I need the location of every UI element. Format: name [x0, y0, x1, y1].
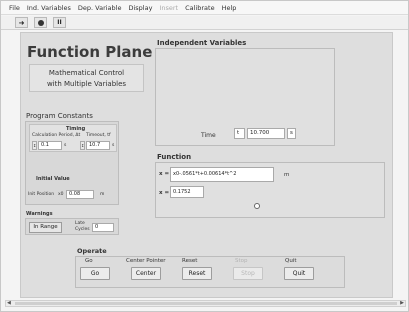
arrow-right-icon: ➜ — [18, 18, 25, 27]
stop-button-operate[interactable]: Stop — [233, 267, 263, 280]
expr-var-label: x = — [159, 171, 170, 177]
function-cluster: x = x0-.0561*t+0.00614*t^2 m x = 0.1752 — [155, 162, 385, 218]
quit-label: Quit — [285, 258, 297, 264]
operate-cluster: Go Center Pointer Reset Stop Quit Go Cen… — [75, 256, 345, 288]
timeout-label: Timeout, tf — [86, 133, 111, 138]
time-var: t — [234, 128, 245, 139]
front-panel: Function Plane Mathematical Control with… — [20, 32, 393, 298]
initial-value-label: Initial Value — [36, 176, 70, 182]
scroll-left-icon[interactable]: ◀ — [7, 301, 11, 306]
timeout-unit: s — [112, 143, 115, 148]
time-unit: s — [287, 128, 296, 139]
timing-cluster: Timing Calculation Period, Δt Timeout, t… — [29, 124, 117, 152]
init-position-unit: m — [100, 192, 105, 197]
scroll-right-icon[interactable]: ▶ — [400, 301, 404, 306]
timeout-spinner[interactable]: ↕ — [80, 141, 85, 150]
go-button[interactable]: Go — [80, 267, 110, 280]
subtitle-box: Mathematical Control with Multiple Varia… — [29, 64, 144, 92]
late-cycles-label-1: Late — [75, 221, 85, 226]
menu-calibrate[interactable]: Calibrate — [185, 4, 214, 12]
reset-button[interactable]: Reset — [182, 267, 212, 280]
app-window: File Ind. Variables Dep. Variable Displa… — [0, 0, 409, 312]
independent-variables-label: Independent Variables — [157, 39, 247, 47]
subtitle-line-2: with Multiple Variables — [46, 80, 127, 88]
init-position-input[interactable]: 0.08 — [66, 190, 94, 199]
warnings-cluster: In Range Late Cycles 0 — [25, 218, 119, 235]
menu-insert[interactable]: Insert — [159, 4, 178, 12]
in-range-indicator: In Range — [29, 222, 62, 233]
menu-bar: File Ind. Variables Dep. Variable Displa… — [1, 1, 408, 15]
stop-button[interactable] — [34, 17, 47, 28]
calc-period-spinner[interactable]: ↕ — [32, 141, 37, 150]
radio-icon[interactable] — [254, 203, 260, 209]
init-position-var: x0 — [58, 192, 64, 197]
go-label: Go — [85, 258, 93, 264]
page-title: Function Plane — [27, 43, 153, 61]
pause-icon: II — [57, 19, 62, 26]
calc-period-input[interactable]: 0.1 — [38, 141, 62, 150]
timeout-input[interactable]: 10.7 — [86, 141, 110, 150]
center-pointer-label: Center Pointer — [126, 258, 166, 264]
time-input[interactable]: 10.700 — [247, 128, 285, 139]
quit-button[interactable]: Quit — [284, 267, 314, 280]
init-position-label: Init Position — [28, 192, 55, 197]
late-cycles-label-2: Cycles — [75, 227, 90, 232]
calc-period-label: Calculation Period, Δt — [32, 133, 81, 138]
stop-icon — [37, 19, 44, 26]
center-button[interactable]: Center — [131, 267, 161, 280]
program-constants-cluster: Timing Calculation Period, Δt Timeout, t… — [25, 121, 119, 205]
result-var-label: x = — [159, 190, 170, 196]
expr-unit: m — [284, 172, 290, 178]
function-label: Function — [157, 153, 192, 161]
scrollbar-thumb[interactable] — [15, 302, 397, 305]
warnings-label: Warnings — [26, 211, 53, 217]
program-constants-label: Program Constants — [26, 112, 93, 120]
stop-label: Stop — [235, 258, 248, 264]
late-cycles-value: 0 — [92, 223, 114, 232]
horizontal-scrollbar[interactable]: ◀ ▶ — [5, 300, 406, 307]
menu-file[interactable]: File — [9, 4, 20, 12]
menu-display[interactable]: Display — [128, 4, 152, 12]
subtitle-line-1: Mathematical Control — [48, 69, 125, 77]
pause-button[interactable]: II — [53, 17, 66, 28]
function-expression-input[interactable]: x0-.0561*t+0.00614*t^2 — [170, 167, 274, 182]
independent-variables-cluster: Time t 10.700 s — [155, 48, 335, 146]
toolbar: ➜ II — [1, 16, 408, 30]
timing-label: Timing — [66, 126, 86, 132]
run-button[interactable]: ➜ — [15, 17, 28, 28]
menu-dep-variable[interactable]: Dep. Variable — [78, 4, 122, 12]
reset-label: Reset — [182, 258, 198, 264]
menu-help[interactable]: Help — [222, 4, 237, 12]
function-result-value: 0.1752 — [170, 186, 204, 198]
operate-label: Operate — [77, 247, 107, 255]
calc-period-unit: s — [64, 143, 67, 148]
time-label: Time — [201, 132, 216, 139]
menu-ind-variables[interactable]: Ind. Variables — [27, 4, 71, 12]
